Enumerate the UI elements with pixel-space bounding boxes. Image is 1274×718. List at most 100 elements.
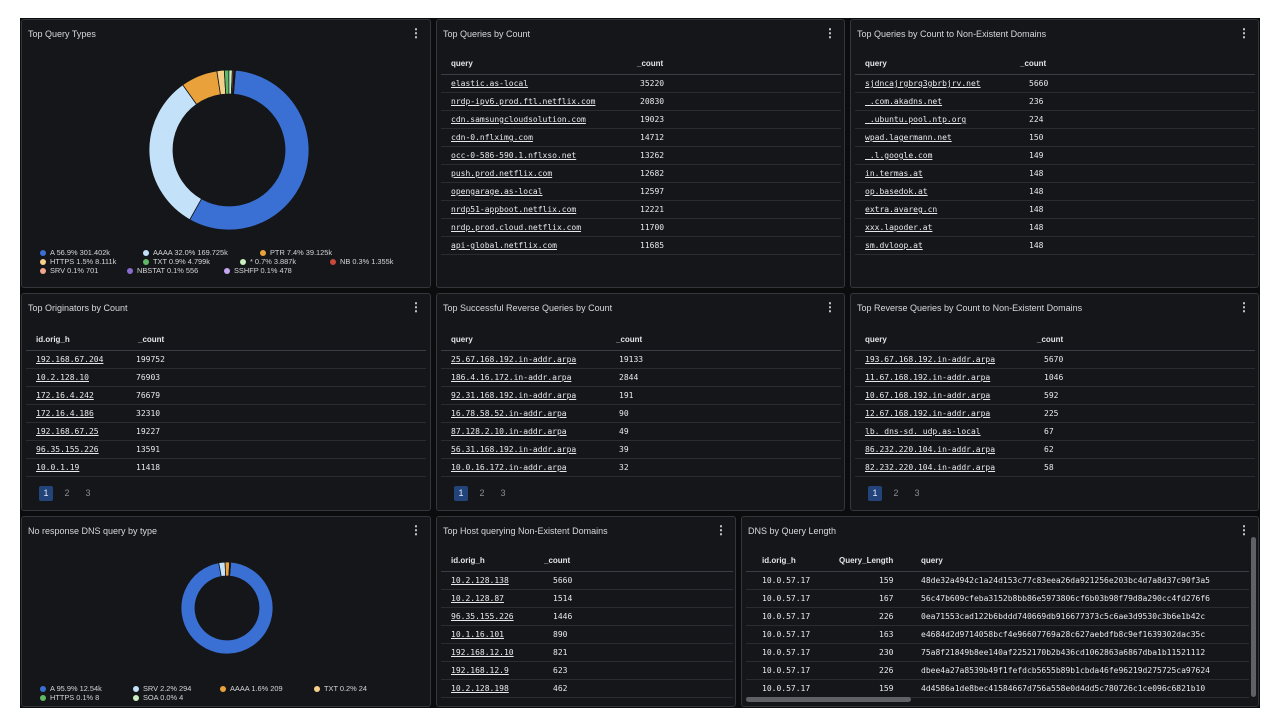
query-link[interactable]: push.prod.netflix.com	[451, 169, 552, 178]
query-link[interactable]: 186.4.16.172.in-addr.arpa	[451, 373, 571, 382]
query-link[interactable]: cdn.samsungcloudsolution.com	[451, 115, 586, 124]
query-link[interactable]: xxx.lapoder.at	[865, 223, 932, 232]
query-link[interactable]: lb._dns-sd._udp.as-local	[865, 427, 981, 436]
legend-item[interactable]: HTTPS 1.5% 8.111k	[40, 257, 116, 266]
panel-menu-icon[interactable]: ⋮	[1238, 523, 1250, 537]
query-link[interactable]: elastic.as-local	[451, 79, 528, 88]
panel-menu-icon[interactable]: ⋮	[824, 300, 836, 314]
query-link[interactable]: 56.31.168.192.in-addr.arpa	[451, 445, 576, 454]
query-link[interactable]: 16.78.58.52.in-addr.arpa	[451, 409, 567, 418]
host-link[interactable]: 10.2.128.87	[451, 594, 504, 603]
query-link[interactable]: 87.128.2.10.in-addr.arpa	[451, 427, 567, 436]
query-link[interactable]: _.com.akadns.net	[865, 97, 942, 106]
panel-menu-icon[interactable]: ⋮	[824, 26, 836, 40]
query-link[interactable]: sjdncajrgbrq3gbrbjrv.net	[865, 79, 981, 88]
query-link[interactable]: _.l.google.com	[865, 151, 932, 160]
query-link[interactable]: api-global.netflix.com	[451, 241, 557, 250]
host-link[interactable]: 192.168.12.9	[451, 666, 509, 675]
legend-item[interactable]: TXT 0.2% 24	[314, 684, 367, 693]
host-link[interactable]: 192.168.67.204	[36, 355, 103, 364]
host-link[interactable]: 10.0.1.19	[36, 463, 79, 472]
column-header-count[interactable]: _count	[1020, 59, 1046, 68]
panel-menu-icon[interactable]: ⋮	[410, 300, 422, 314]
host-link[interactable]: 96.35.155.226	[36, 445, 99, 454]
page-3-button[interactable]: 3	[496, 486, 510, 501]
legend-item[interactable]: HTTPS 0.1% 8	[40, 693, 99, 702]
query-link[interactable]: sm.dvloop.at	[865, 241, 923, 250]
legend-item[interactable]: TXT 0.9% 4.799k	[143, 257, 210, 266]
legend-item[interactable]: SRV 0.1% 701	[40, 266, 98, 275]
panel-menu-icon[interactable]: ⋮	[1238, 300, 1250, 314]
panel-menu-icon[interactable]: ⋮	[410, 26, 422, 40]
panel-menu-icon[interactable]: ⋮	[410, 523, 422, 537]
host-link[interactable]: 96.35.155.226	[451, 612, 514, 621]
query-link[interactable]: 10.67.168.192.in-addr.arpa	[865, 391, 990, 400]
page-3-button[interactable]: 3	[81, 486, 95, 501]
query-link[interactable]: 10.0.16.172.in-addr.arpa	[451, 463, 567, 472]
page-2-button[interactable]: 2	[475, 486, 489, 501]
column-header-orig-h[interactable]: id.orig_h	[762, 556, 796, 565]
column-header-query[interactable]: query	[451, 59, 473, 68]
query-link[interactable]: 193.67.168.192.in-addr.arpa	[865, 355, 995, 364]
column-header-query[interactable]: query	[865, 59, 887, 68]
legend-item[interactable]: NBSTAT 0.1% 556	[127, 266, 198, 275]
host-link[interactable]: 172.16.4.186	[36, 409, 94, 418]
host-link[interactable]: 10.2.128.138	[451, 576, 509, 585]
legend-item[interactable]: SRV 2.2% 294	[133, 684, 191, 693]
column-header-query[interactable]: query	[921, 556, 943, 565]
query-link[interactable]: extra.avareg.cn	[865, 205, 937, 214]
page-3-button[interactable]: 3	[910, 486, 924, 501]
panel-menu-icon[interactable]: ⋮	[1238, 26, 1250, 40]
query-link[interactable]: wpad.lagermann.net	[865, 133, 952, 142]
donut-slice[interactable]	[148, 84, 203, 221]
legend-item[interactable]: * 0.7% 3.887k	[240, 257, 296, 266]
legend-item[interactable]: NB 0.3% 1.355k	[330, 257, 393, 266]
query-link[interactable]: opengarage.as-local	[451, 187, 543, 196]
host-link[interactable]: 10.1.16.101	[451, 630, 504, 639]
legend-item[interactable]: A 56.9% 301.402k	[40, 248, 110, 257]
host-link[interactable]: 10.2.128.198	[451, 684, 509, 693]
page-1-button[interactable]: 1	[454, 486, 468, 501]
legend-item[interactable]: AAAA 1.6% 209	[220, 684, 283, 693]
host-link[interactable]: 10.2.128.10	[36, 373, 89, 382]
query-link[interactable]: nrdp-ipv6.prod.ftl.netflix.com	[451, 97, 596, 106]
legend-item[interactable]: AAAA 32.0% 169.725k	[143, 248, 228, 257]
query-link[interactable]: cdn-0.nflximg.com	[451, 133, 533, 142]
column-header-count[interactable]: _count	[138, 335, 164, 344]
page-1-button[interactable]: 1	[39, 486, 53, 501]
column-header-orig-h[interactable]: id.orig_h	[451, 556, 485, 565]
query-link[interactable]: 92.31.168.192.in-addr.arpa	[451, 391, 576, 400]
legend-item[interactable]: SSHFP 0.1% 478	[224, 266, 292, 275]
column-header-orig-h[interactable]: id.orig_h	[36, 335, 70, 344]
query-link[interactable]: op.basedok.at	[865, 187, 928, 196]
query-link[interactable]: 86.232.220.104.in-addr.arpa	[865, 445, 995, 454]
column-header-query[interactable]: query	[451, 335, 473, 344]
column-header-count[interactable]: _count	[1037, 335, 1063, 344]
column-header-query-length[interactable]: Query_Length	[839, 556, 893, 565]
column-header-count[interactable]: _count	[616, 335, 642, 344]
query-link[interactable]: 11.67.168.192.in-addr.arpa	[865, 373, 990, 382]
horizontal-scrollbar[interactable]	[746, 697, 911, 702]
legend-item[interactable]: SOA 0.0% 4	[133, 693, 183, 702]
legend-item[interactable]: PTR 7.4% 39.125k	[260, 248, 332, 257]
vertical-scrollbar[interactable]	[1251, 537, 1256, 697]
query-link[interactable]: in.termas.at	[865, 169, 923, 178]
host-link[interactable]: 172.16.4.242	[36, 391, 94, 400]
legend-item[interactable]: A 95.9% 12.54k	[40, 684, 102, 693]
query-link[interactable]: nrdp51-appboot.netflix.com	[451, 205, 576, 214]
page-2-button[interactable]: 2	[889, 486, 903, 501]
panel-menu-icon[interactable]: ⋮	[715, 523, 727, 537]
page-2-button[interactable]: 2	[60, 486, 74, 501]
column-header-count[interactable]: _count	[637, 59, 663, 68]
host-link[interactable]: 192.168.12.10	[451, 648, 514, 657]
query-link[interactable]: 12.67.168.192.in-addr.arpa	[865, 409, 990, 418]
page-1-button[interactable]: 1	[868, 486, 882, 501]
query-link[interactable]: 25.67.168.192.in-addr.arpa	[451, 355, 576, 364]
host-link[interactable]: 192.168.67.25	[36, 427, 99, 436]
query-link[interactable]: 82.232.220.104.in-addr.arpa	[865, 463, 995, 472]
column-header-count[interactable]: _count	[544, 556, 570, 565]
column-header-query[interactable]: query	[865, 335, 887, 344]
query-link[interactable]: occ-0-586-590.1.nflxso.net	[451, 151, 576, 160]
query-link[interactable]: nrdp.prod.cloud.netflix.com	[451, 223, 581, 232]
query-link[interactable]: _.ubuntu.pool.ntp.org	[865, 115, 966, 124]
